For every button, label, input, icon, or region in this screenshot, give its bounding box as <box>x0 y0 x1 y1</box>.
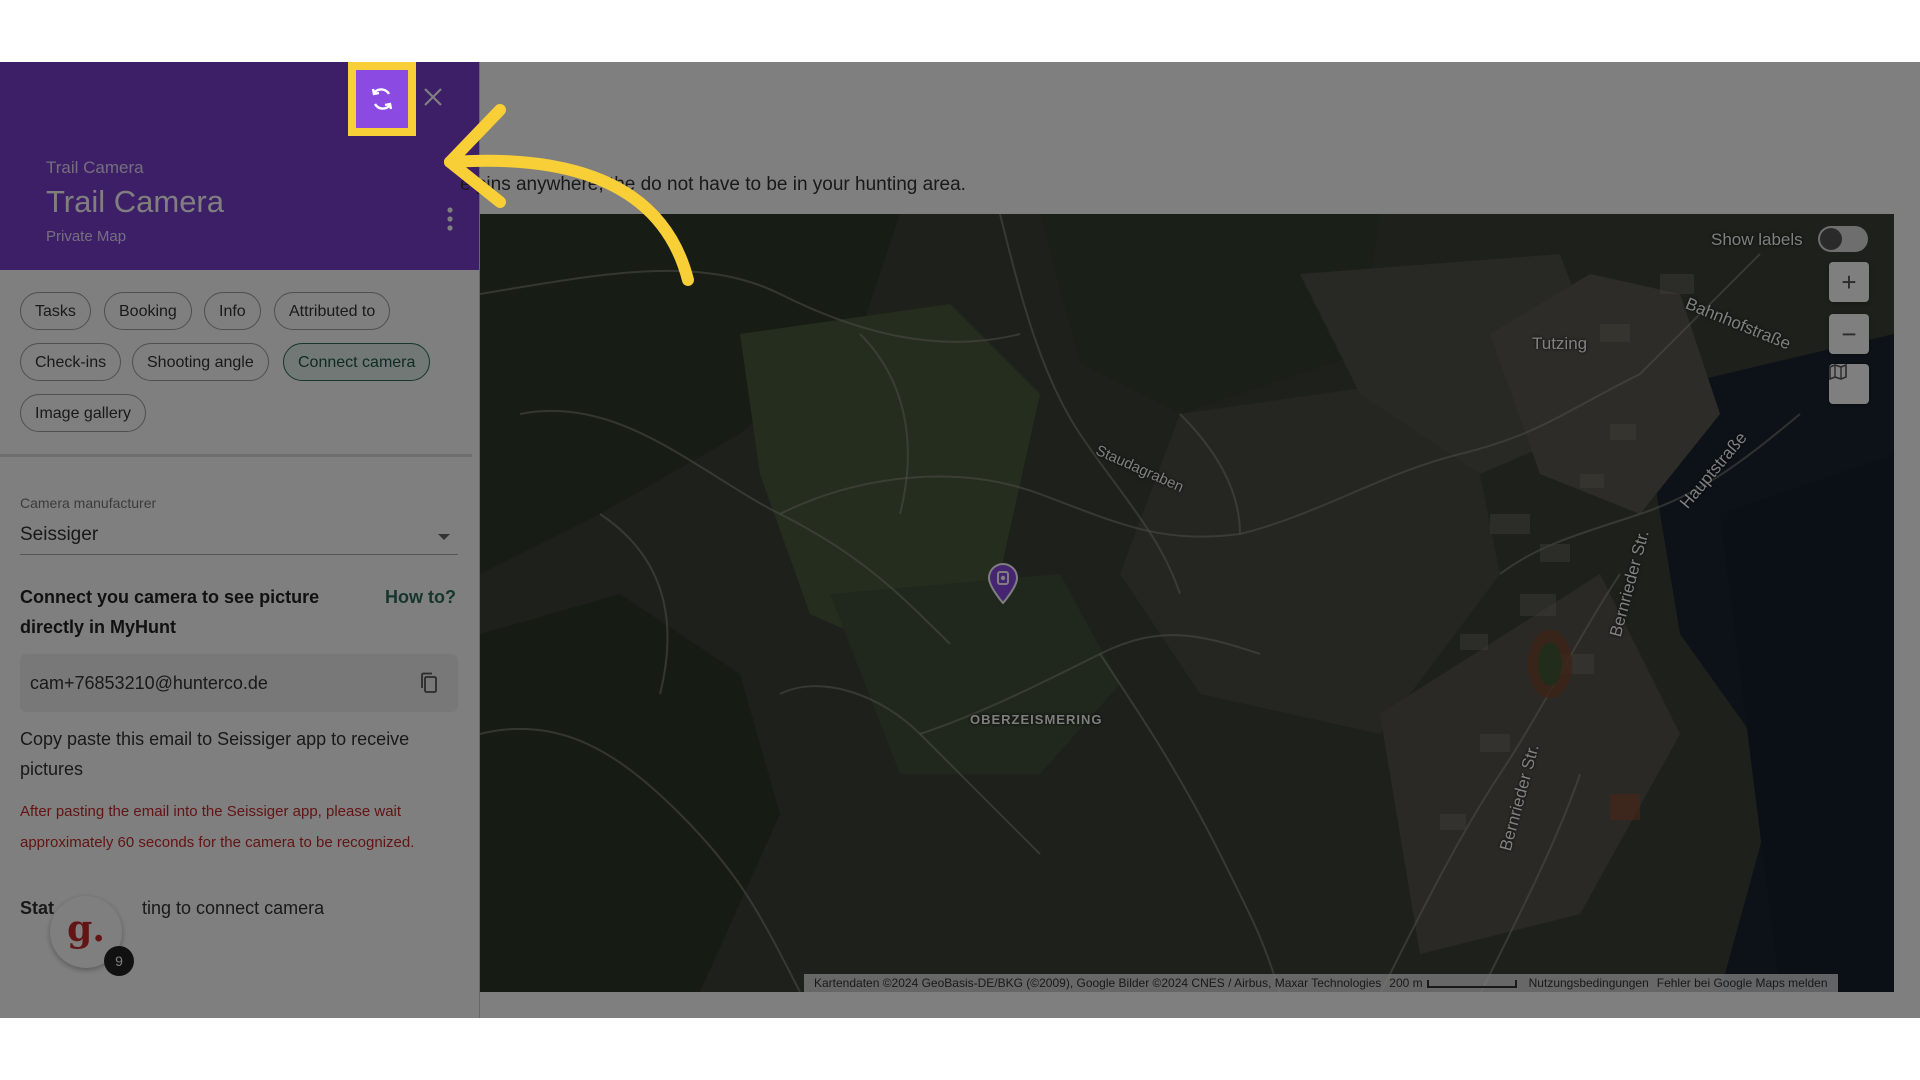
copy-icon[interactable] <box>420 672 438 694</box>
show-labels-label: Show labels <box>1711 230 1803 249</box>
show-labels-toggle[interactable] <box>1818 226 1868 252</box>
manufacturer-select[interactable]: Seissiger <box>20 514 458 555</box>
manufacturer-label: Camera manufacturer <box>20 495 157 511</box>
panel-subtitle: Trail Camera <box>46 158 144 177</box>
map-terrain <box>480 214 1894 992</box>
tab-tasks[interactable]: Tasks <box>20 292 91 330</box>
map-scale-label: 200 m <box>1389 976 1423 990</box>
camera-email-field: cam+76853210@hunterco.de <box>20 654 458 712</box>
map-scale-bar <box>1426 979 1517 988</box>
map-attribution-bar: Kartendaten ©2024 GeoBasis-DE/BKG (©2009… <box>804 974 1838 992</box>
trail-camera-pin-icon[interactable] <box>986 562 1020 604</box>
notification-badge: 9 <box>104 946 134 976</box>
recognition-warning: After pasting the email into the Seissig… <box>20 803 415 851</box>
map-attribution: Kartendaten ©2024 GeoBasis-DE/BKG (©2009… <box>814 976 1382 990</box>
tab-booking[interactable]: Booking <box>104 292 192 330</box>
zoom-out-button[interactable]: − <box>1829 314 1869 354</box>
avatar-letter: g. <box>67 908 105 950</box>
map-layers-icon[interactable] <box>1829 364 1869 404</box>
close-icon[interactable] <box>420 84 446 110</box>
tab-attributed-to[interactable]: Attributed to <box>274 292 391 330</box>
how-to-link[interactable]: How to? <box>385 582 456 612</box>
tab-check-ins[interactable]: Check-ins <box>20 343 122 381</box>
copy-instructions: Copy paste this email to Seissiger app t… <box>20 729 410 779</box>
map-label-tutzing: Tutzing <box>1532 334 1588 353</box>
tab-image-gallery[interactable]: Image gallery <box>20 394 147 432</box>
map-type-label: Private Map <box>46 228 127 245</box>
refresh-icon <box>371 88 393 110</box>
chevron-down-icon <box>438 534 450 540</box>
camera-email-value: cam+76853210@hunterco.de <box>30 673 268 693</box>
map-scale[interactable]: 200 m <box>1389 976 1520 990</box>
tab-shooting-angle[interactable]: Shooting angle <box>132 343 269 381</box>
map-terms-link[interactable]: Nutzungsbedingungen <box>1529 976 1649 990</box>
status-text: ting to connect camera <box>142 898 325 918</box>
satellite-map[interactable]: Show labels Bahnhofstraße Tutzing Stauda… <box>480 214 1894 992</box>
manufacturer-value: Seissiger <box>20 524 99 545</box>
avatar[interactable]: g. 9 <box>50 896 134 976</box>
tutorial-highlight-frame <box>348 62 416 136</box>
zoom-in-button[interactable]: + <box>1829 262 1869 302</box>
tab-info[interactable]: Info <box>204 292 261 330</box>
side-panel: Trail Camera Trail Camera Private Map Ta… <box>0 62 480 1018</box>
tab-connect-camera[interactable]: Connect camera <box>283 343 431 381</box>
map-label-oberzeismering: OBERZEISMERING <box>970 712 1103 727</box>
connect-camera-heading: Connect you camera to see picture direct… <box>20 587 320 637</box>
section-divider <box>0 454 472 457</box>
app-window: Trail Camera Trail Camera Private Map Ta… <box>0 62 1920 1018</box>
status-label: Stat <box>20 898 55 918</box>
refresh-button[interactable] <box>356 70 408 128</box>
toggle-knob <box>1820 228 1842 250</box>
map-intro-text: e pins anywhere, the do not have to be i… <box>460 174 966 195</box>
map-report-link[interactable]: Fehler bei Google Maps melden <box>1657 976 1828 990</box>
panel-title: Trail Camera <box>46 184 224 219</box>
more-vert-icon[interactable] <box>440 204 460 234</box>
